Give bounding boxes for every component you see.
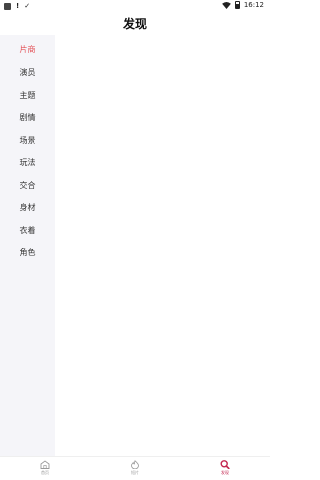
nav-home-label: 首页	[41, 470, 49, 475]
wifi-icon	[221, 1, 231, 9]
sidebar-item-play[interactable]: 玩法	[0, 157, 55, 168]
sidebar-item-role[interactable]: 角色	[0, 247, 55, 258]
nav-discover[interactable]: 发现	[205, 460, 245, 476]
sidebar-item-scene[interactable]: 场景	[0, 135, 55, 146]
nav-shorts-label: 短片	[131, 470, 139, 475]
download-done-icon: ✓	[24, 2, 31, 10]
nav-discover-label: 发现	[221, 470, 229, 475]
search-icon	[220, 460, 230, 469]
home-icon	[40, 460, 50, 469]
sidebar-item-actors[interactable]: 演员	[0, 67, 55, 78]
status-time: 16:12	[243, 1, 264, 9]
status-bar: ! ✓ 16:12	[0, 0, 270, 12]
flame-icon	[131, 460, 139, 469]
app-notification-icon	[4, 2, 11, 10]
sidebar-item-theme[interactable]: 主题	[0, 90, 55, 101]
nav-home[interactable]: 首页	[25, 460, 65, 476]
sidebar-item-pianshang[interactable]: 片商	[0, 44, 55, 55]
page-title: 发现	[122, 17, 147, 31]
alert-icon: !	[16, 2, 20, 10]
battery-icon	[234, 1, 240, 9]
sidebar-item-intercourse[interactable]: 交合	[0, 180, 55, 191]
nav-shorts[interactable]: 短片	[115, 460, 155, 476]
sidebar-item-clothing[interactable]: 衣着	[0, 225, 55, 236]
bottom-nav: 首页 短片 发现	[0, 456, 270, 480]
sidebar-item-plot[interactable]: 剧情	[0, 112, 55, 123]
sidebar-item-body[interactable]: 身材	[0, 202, 55, 213]
category-sidebar: 片商 演员 主题 剧情 场景 玩法 交合 身材 衣着 角色	[0, 35, 55, 458]
